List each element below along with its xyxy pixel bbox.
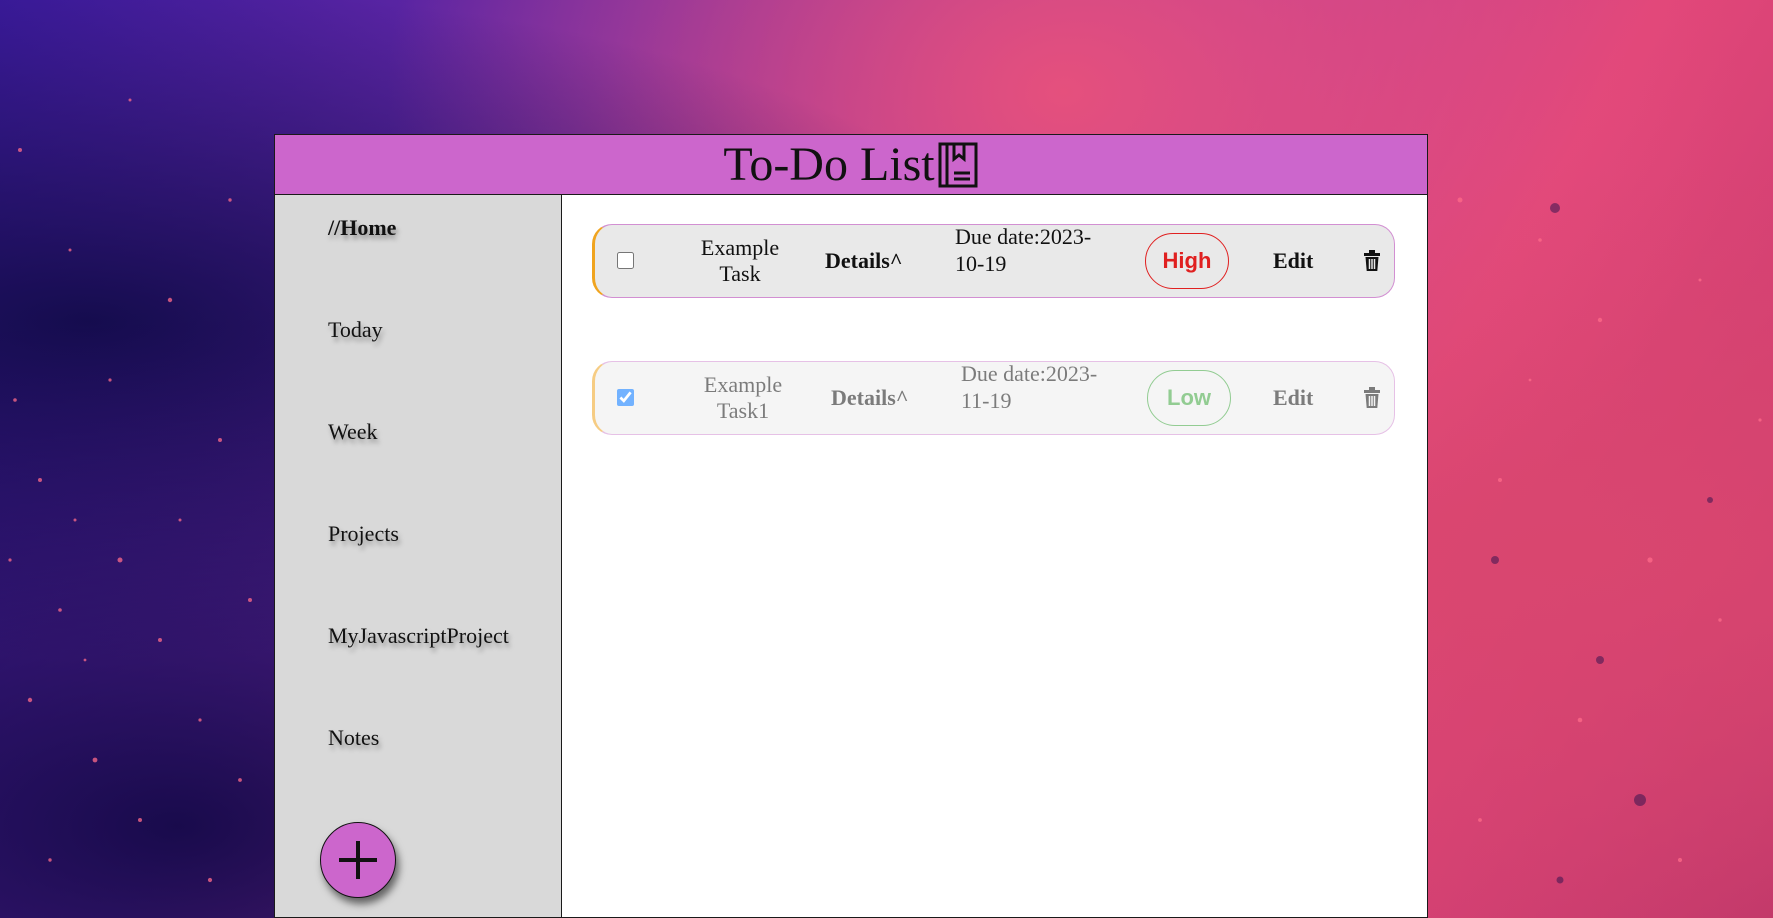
task-complete-checkbox[interactable]: [617, 252, 634, 269]
priority-badge[interactable]: Low: [1147, 370, 1231, 426]
task-name: Example Task: [700, 235, 780, 286]
task-due-date: Due date:2023-11-19: [961, 361, 1098, 413]
task-details-toggle[interactable]: Details^: [831, 385, 909, 411]
edit-button[interactable]: Edit: [1273, 385, 1313, 411]
sidebar: //Home Today Week Projects MyJavascriptP…: [275, 195, 562, 917]
sidebar-item-today[interactable]: Today: [328, 317, 383, 343]
trash-icon[interactable]: [1363, 250, 1381, 272]
todo-app-window: To-Do List //Home Today Week Projects My…: [274, 134, 1428, 918]
task-details-toggle[interactable]: Details^: [825, 248, 903, 274]
sidebar-item-home[interactable]: //Home: [328, 215, 396, 241]
task-name: Example Task1: [703, 372, 783, 423]
sidebar-item-myjavascriptproject[interactable]: MyJavascriptProject: [328, 623, 509, 649]
app-header: To-Do List: [275, 135, 1427, 195]
trash-icon[interactable]: [1363, 387, 1381, 409]
edit-button[interactable]: Edit: [1273, 248, 1313, 274]
bookmark-book-icon: [938, 142, 978, 187]
sidebar-item-week[interactable]: Week: [328, 419, 378, 445]
task-due-date: Due date:2023-10-19: [955, 224, 1092, 276]
task-complete-checkbox[interactable]: [617, 389, 634, 406]
task-list: Example Task Details^ Due date:2023-10-1…: [562, 195, 1427, 917]
app-title: To-Do List: [723, 137, 935, 191]
plus-icon: [339, 841, 377, 879]
priority-badge[interactable]: High: [1145, 233, 1229, 289]
sidebar-item-notes[interactable]: Notes: [328, 725, 379, 751]
add-task-button[interactable]: [320, 822, 396, 898]
task-card: Example Task Details^ Due date:2023-10-1…: [592, 224, 1395, 298]
task-card: Example Task1 Details^ Due date:2023-11-…: [592, 361, 1395, 435]
sidebar-item-projects[interactable]: Projects: [328, 521, 399, 547]
